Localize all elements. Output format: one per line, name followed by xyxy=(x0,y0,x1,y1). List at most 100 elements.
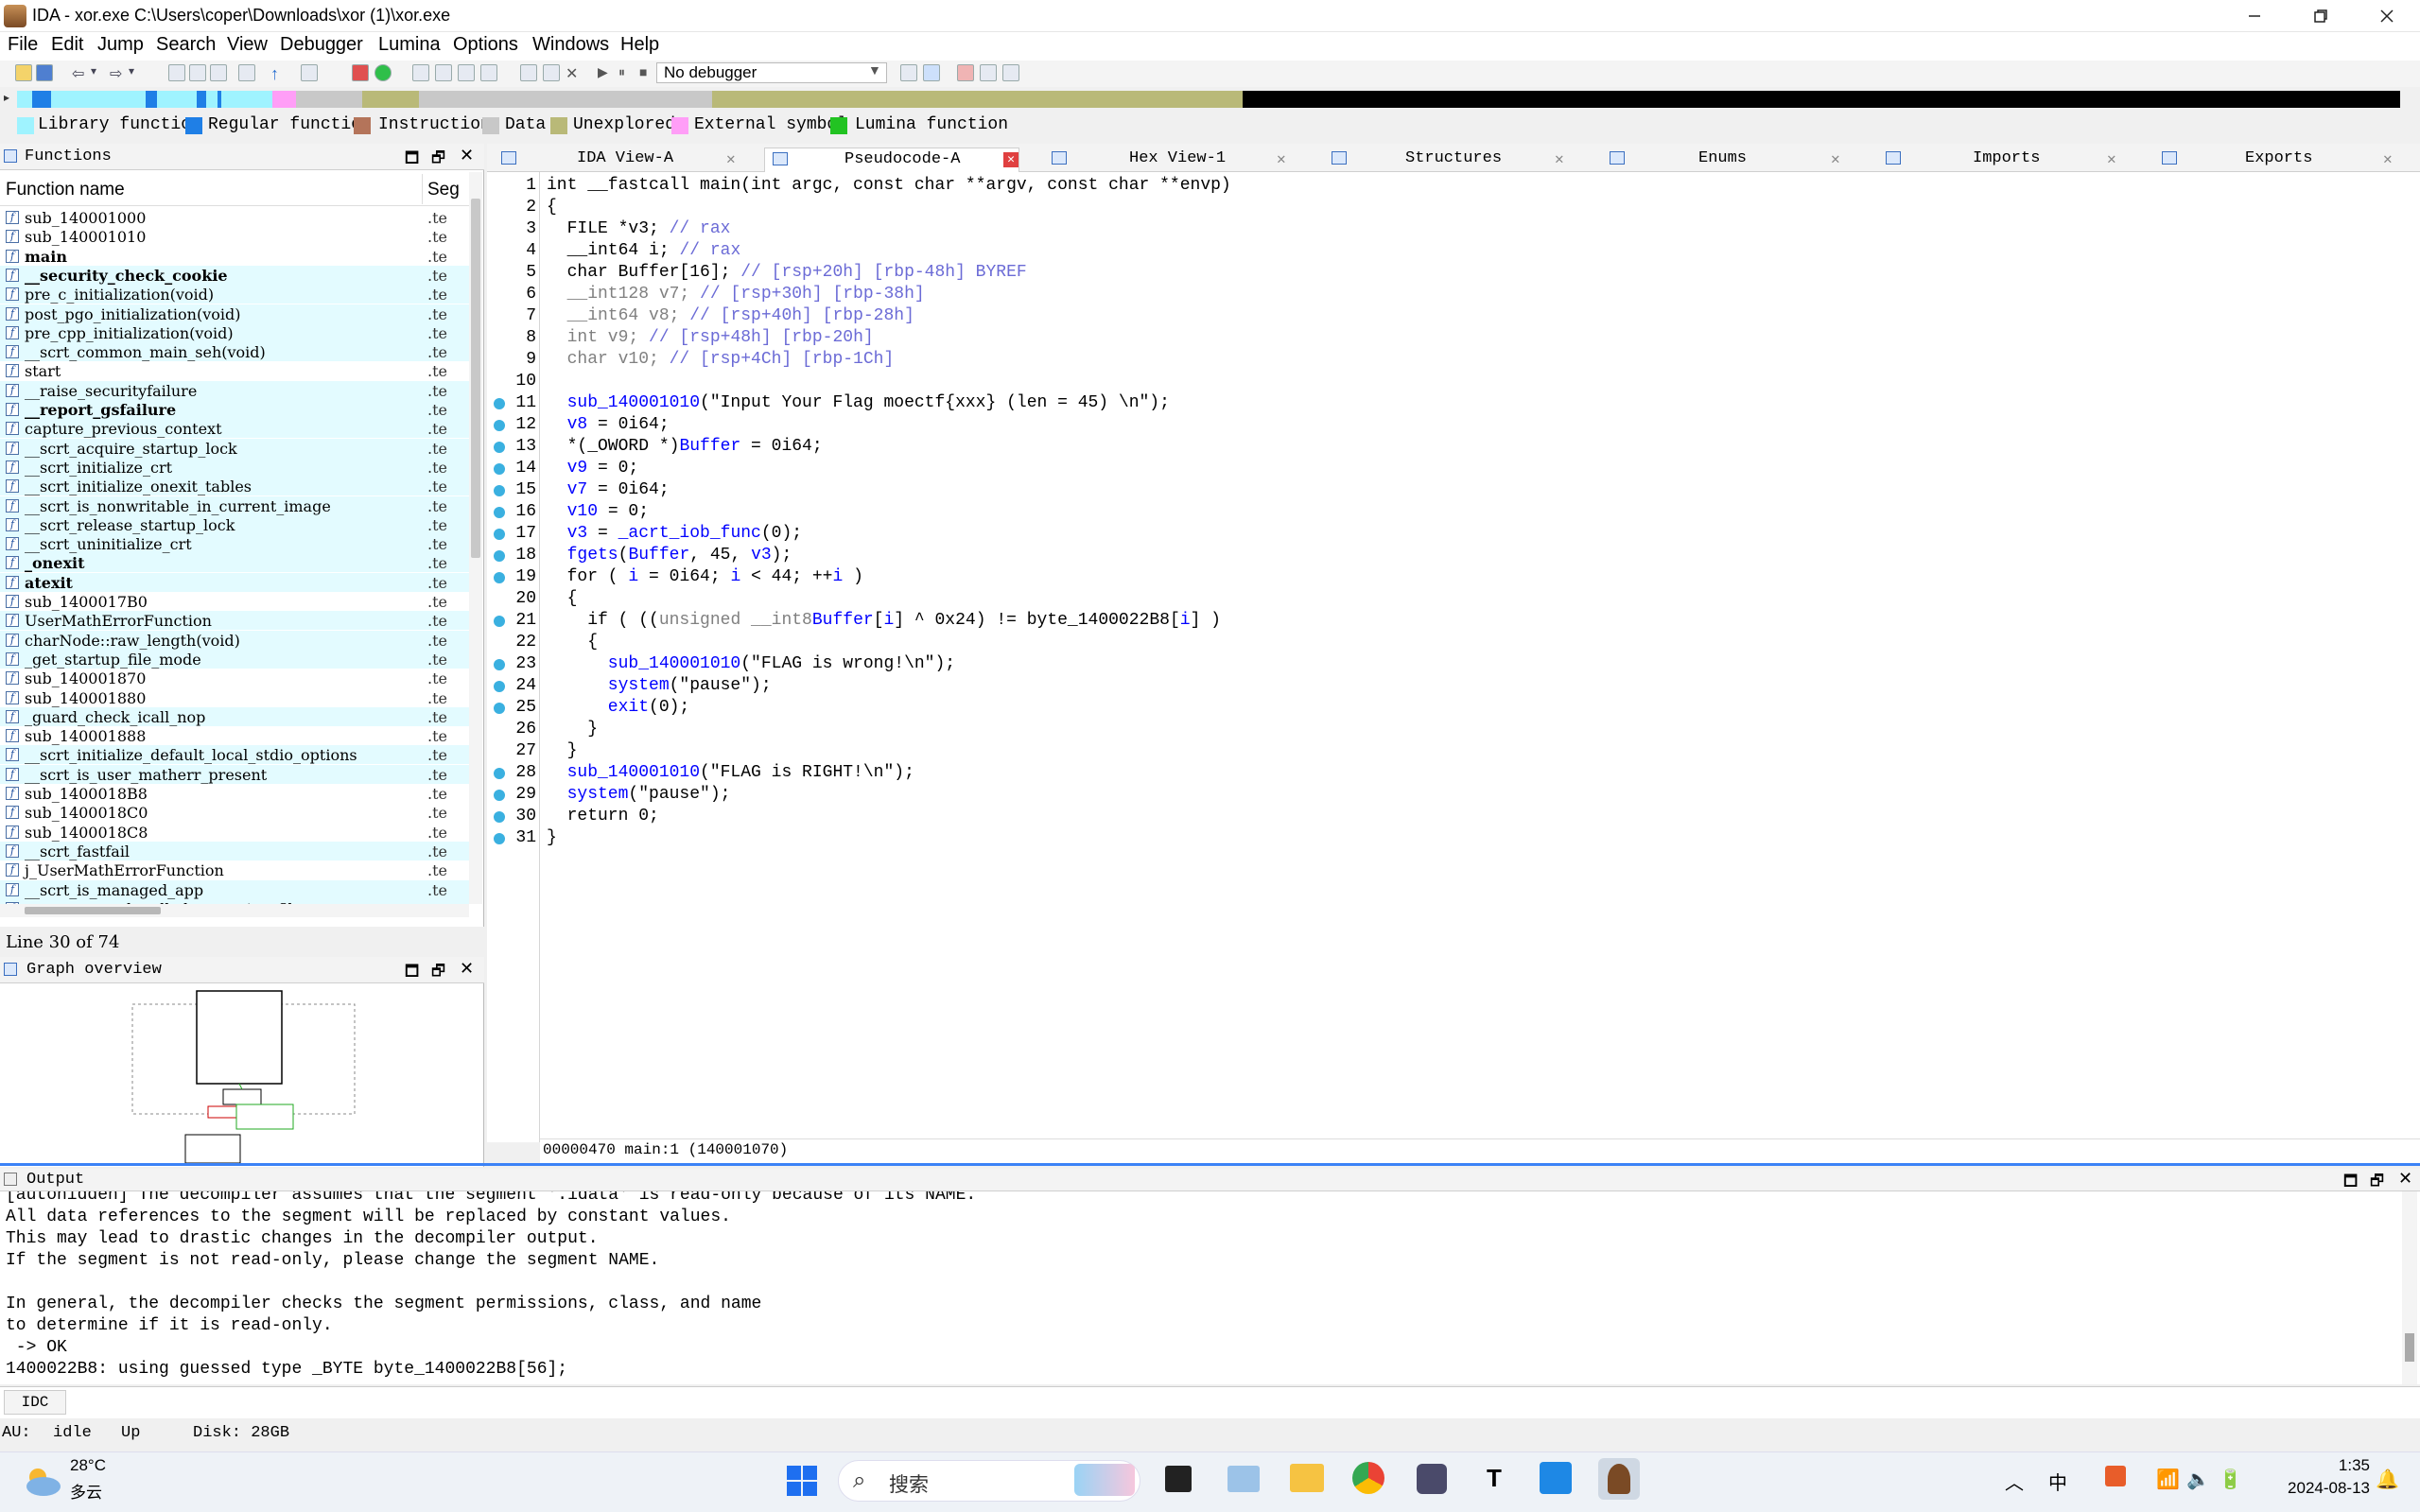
breakpoint-dot-icon[interactable] xyxy=(494,529,505,540)
breakpoint-dot-icon[interactable] xyxy=(494,659,505,670)
close-panel-icon[interactable]: ✕ xyxy=(460,959,474,979)
notification-bell-icon[interactable]: 🔔 xyxy=(2376,1468,2399,1491)
breakpoint-dot-icon[interactable] xyxy=(494,681,505,692)
function-row[interactable]: f _guard_check_icall_nop .te xyxy=(0,706,469,726)
column-function-name[interactable]: Function name xyxy=(6,180,125,200)
close-tab-icon[interactable]: ✕ xyxy=(1555,149,1564,168)
tab-ida-view-a[interactable]: IDA View-A ✕ xyxy=(494,148,749,172)
function-row[interactable]: f __raise_securityfailure .te xyxy=(0,380,469,400)
file-explorer-icon[interactable] xyxy=(1290,1464,1324,1492)
close-tab-icon[interactable]: ✕ xyxy=(726,149,736,168)
function-row[interactable]: f sub_140001870 .te xyxy=(0,669,469,687)
lumina-icon[interactable] xyxy=(374,64,392,81)
breakpoint-dot-icon[interactable] xyxy=(494,485,505,496)
menu-lumina[interactable]: Lumina xyxy=(378,34,441,56)
tab-exports[interactable]: Exports ✕ xyxy=(2154,148,2410,172)
clock-time[interactable]: 1:35 xyxy=(2279,1456,2370,1475)
tab-pseudocode-a[interactable]: Pseudocode-A ✕ xyxy=(764,148,1019,172)
tab-enums[interactable]: Enums ✕ xyxy=(1602,148,1857,172)
text-search-icon[interactable] xyxy=(238,64,255,81)
close-tab-icon[interactable]: ✕ xyxy=(2107,149,2116,168)
menu-file[interactable]: File xyxy=(8,34,38,56)
idc-language-button[interactable]: IDC xyxy=(4,1390,66,1415)
tab-imports[interactable]: Imports ✕ xyxy=(1878,148,2133,172)
chrome-icon[interactable] xyxy=(1352,1462,1384,1494)
breakpoint-dot-icon[interactable] xyxy=(494,507,505,518)
open-icon[interactable] xyxy=(15,64,32,81)
float-panel-icon[interactable]: 🗗 xyxy=(431,961,445,986)
tab-hex-view-1[interactable]: Hex View-1 ✕ xyxy=(1044,148,1299,172)
function-row[interactable]: f atexit .te xyxy=(0,572,469,592)
breakpoint-dot-icon[interactable] xyxy=(494,703,505,714)
functions-hscrollbar[interactable] xyxy=(0,904,469,917)
function-row[interactable]: f __scrt_uninitialize_crt .te xyxy=(0,534,469,554)
output-vscrollbar[interactable] xyxy=(2402,1191,2417,1384)
function-row[interactable]: f __scrt_initialize_onexit_tables .te xyxy=(0,477,469,496)
search-text-icon[interactable] xyxy=(168,64,185,81)
windows-start-button[interactable] xyxy=(785,1464,819,1498)
struct-icon[interactable] xyxy=(435,64,452,81)
chevron-up-icon[interactable]: ︿ xyxy=(2005,1468,2024,1495)
menu-help[interactable]: Help xyxy=(620,34,659,56)
save-icon[interactable] xyxy=(36,64,53,81)
breakpoint-dot-icon[interactable] xyxy=(494,833,505,844)
stop-icon[interactable]: ■ xyxy=(639,64,656,81)
func-add-icon[interactable] xyxy=(480,64,497,81)
function-row[interactable]: f __scrt_fastfail .te xyxy=(0,841,469,860)
close-panel-icon[interactable]: ✕ xyxy=(2398,1169,2412,1189)
close-tab-icon[interactable]: ✕ xyxy=(2383,149,2393,168)
function-row[interactable]: f sub_1400017B0 .te xyxy=(0,592,469,611)
flow-chart-icon[interactable] xyxy=(352,64,369,81)
close-panel-icon[interactable]: ✕ xyxy=(460,146,474,165)
search-binary-icon[interactable] xyxy=(189,64,206,81)
back-icon[interactable]: ⇦ xyxy=(72,64,89,82)
function-row[interactable]: f sub_140001880 .te xyxy=(0,688,469,707)
function-row[interactable]: f __security_check_cookie .te xyxy=(0,265,469,285)
function-row[interactable]: f post_pgo_initialization(void) .te xyxy=(0,304,469,323)
command-input[interactable] xyxy=(70,1390,2415,1415)
step-into-icon[interactable] xyxy=(980,64,997,81)
function-row[interactable]: f __scrt_acquire_startup_lock .te xyxy=(0,438,469,458)
close-tab-icon[interactable]: ✕ xyxy=(1003,152,1018,167)
photos-app-icon[interactable] xyxy=(1227,1466,1260,1492)
patch-icon[interactable] xyxy=(520,64,537,81)
minimize-button[interactable] xyxy=(2224,0,2285,32)
breakpoint-dot-icon[interactable] xyxy=(494,420,505,431)
function-row[interactable]: f _get_startup_file_mode .te xyxy=(0,649,469,669)
breakpoint-dot-icon[interactable] xyxy=(494,550,505,562)
function-row[interactable]: f __scrt_initialize_default_local_stdio_o… xyxy=(0,745,469,765)
function-row[interactable]: f charNode::raw_length(void) .te xyxy=(0,630,469,650)
function-row[interactable]: f _onexit .te xyxy=(0,553,469,573)
ime-indicator[interactable]: 中 xyxy=(2048,1468,2067,1495)
function-row[interactable]: f __scrt_is_managed_app .te xyxy=(0,879,469,899)
up-arrow-icon[interactable]: ↑ xyxy=(270,64,287,83)
menu-debugger[interactable]: Debugger xyxy=(280,34,363,56)
menu-windows[interactable]: Windows xyxy=(532,34,609,56)
function-row[interactable]: f __scrt_common_main_seh(void) .te xyxy=(0,342,469,362)
vscode-icon[interactable] xyxy=(1540,1462,1572,1494)
search-imm-icon[interactable] xyxy=(210,64,227,81)
type-icon[interactable] xyxy=(301,64,318,81)
close-tab-icon[interactable]: ✕ xyxy=(1831,149,1840,168)
function-row[interactable]: f start .te xyxy=(0,361,469,380)
menu-view[interactable]: View xyxy=(227,34,268,56)
function-row[interactable]: f __report_gsfailure .te xyxy=(0,400,469,419)
output-vscroll-thumb[interactable] xyxy=(2405,1333,2414,1362)
function-row[interactable]: f UserMathErrorFunction .te xyxy=(0,611,469,631)
function-row[interactable]: f sub_1400018B8 .te xyxy=(0,784,469,803)
task-view-icon[interactable] xyxy=(1165,1466,1192,1492)
menu-options[interactable]: Options xyxy=(453,34,518,56)
breakpoint-dot-icon[interactable] xyxy=(494,811,505,823)
function-row[interactable]: f __scrt_release_startup_lock .te xyxy=(0,514,469,534)
weather-widget[interactable] xyxy=(21,1462,64,1500)
graph-overview-canvas[interactable] xyxy=(113,983,378,1167)
menu-edit[interactable]: Edit xyxy=(51,34,83,56)
pseudocode-view[interactable] xyxy=(487,172,2420,1142)
function-row[interactable]: f __scrt_initialize_crt .te xyxy=(0,457,469,477)
menu-search[interactable]: Search xyxy=(156,34,216,56)
volume-icon[interactable]: 🔈 xyxy=(2186,1468,2210,1491)
function-row[interactable]: f capture_previous_context .te xyxy=(0,419,469,439)
column-segment[interactable]: Seg xyxy=(427,180,460,200)
functions-hscroll-thumb[interactable] xyxy=(25,907,161,914)
close-tab-icon[interactable]: ✕ xyxy=(1277,149,1286,168)
